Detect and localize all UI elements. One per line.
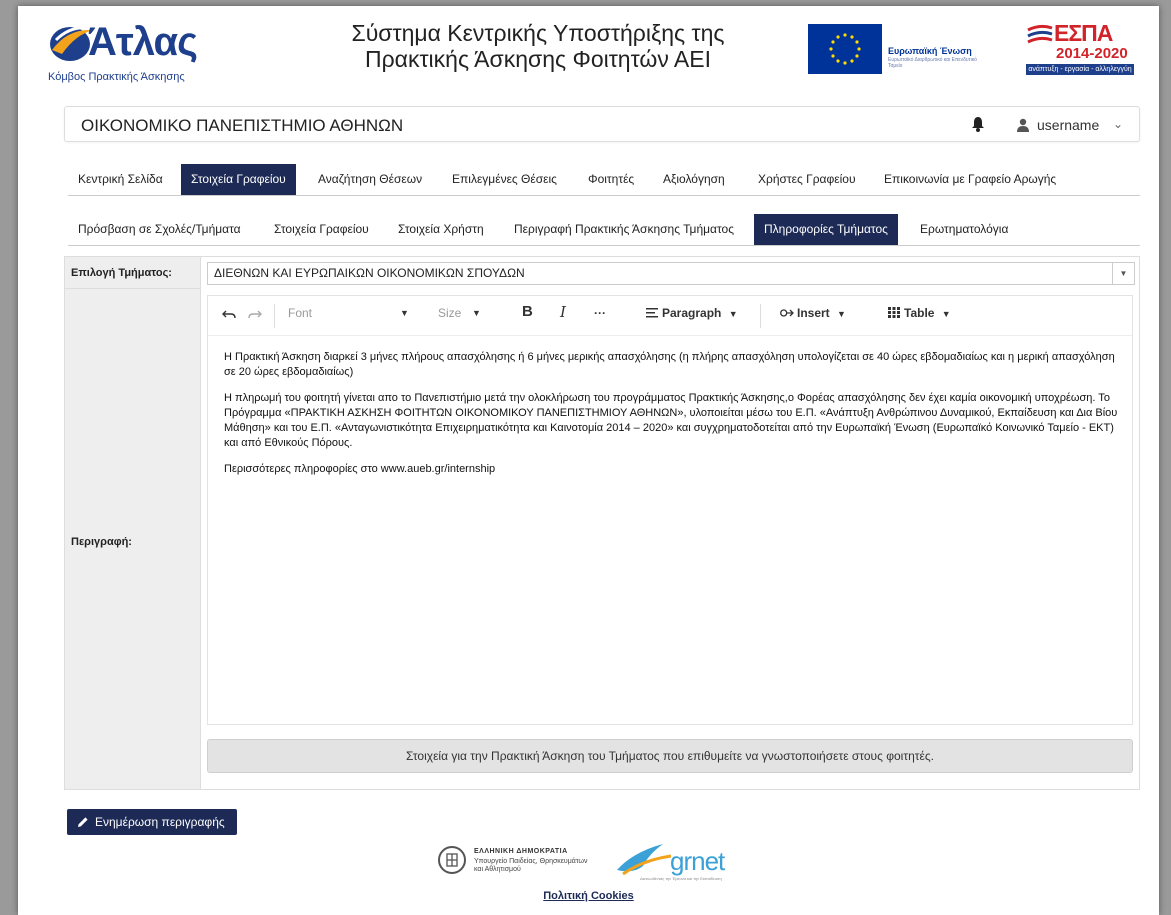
chevron-down-icon: ⌄ (1113, 117, 1124, 131)
atlas-logo[interactable]: Άτλας Κόμβος Πρακτικής Άσκησης (48, 18, 238, 88)
align-icon (646, 308, 658, 318)
tab-position-search[interactable]: Αναζήτηση Θέσεων (308, 164, 432, 195)
eu-label: Ευρωπαϊκή Ένωση (888, 46, 972, 56)
department-info-form: Επιλογή Τμήματος: Περιγραφή: ΔΙΕΘΝΩΝ ΚΑΙ… (64, 256, 1140, 790)
table-label: Table (904, 306, 935, 320)
greek-republic-seal-icon (438, 846, 466, 874)
espa-motto: ανάπτυξη - εργασία - αλληλεγγύη (1026, 64, 1134, 75)
more-button[interactable]: ··· (594, 306, 606, 320)
gov-title: ΕΛΛΗΝΙΚΗ ΔΗΜΟΚΡΑΤΙΑ (474, 848, 568, 855)
tab-evaluation[interactable]: Αξιολόγηση (653, 164, 735, 195)
caret-down-icon: ▼ (1112, 263, 1134, 284)
espa-wave-icon (1027, 24, 1053, 44)
rich-text-editor[interactable]: Font ▼ Size ▼ B I ··· Paragraph ▼ Insert… (207, 295, 1133, 725)
table-caret-icon: ▼ (941, 309, 951, 319)
content-paragraph: Η Πρακτική Άσκηση διαρκεί 3 μήνες πλήρου… (224, 351, 1115, 378)
eu-sublabel: Ευρωπαϊκό Διαρθρωτικό και Επενδυτικό Ταμ… (888, 57, 977, 69)
main-nav: Κεντρική Σελίδα Στοιχεία Γραφείου Αναζήτ… (68, 164, 1140, 196)
font-select[interactable]: Font (288, 306, 312, 320)
site-title: Σύστημα Κεντρικής Υποστήριξης της Πρακτι… (318, 20, 758, 72)
espa-title: ΕΣΠΑ (1054, 20, 1113, 46)
eu-flag-icon (808, 24, 882, 74)
content-paragraph: Η πληρωμή του φοιτητή γίνεται απο το Παν… (224, 392, 1118, 449)
department-label: Επιλογή Τμήματος: (65, 257, 201, 289)
tab-students[interactable]: Φοιτητές (578, 164, 644, 195)
atlas-wordmark: Άτλας (88, 20, 198, 64)
grnet-subtitle: Δικτυωθέντας την Έρευνα και την Εκπαίδευ… (640, 876, 722, 881)
link-icon (780, 309, 794, 317)
department-select[interactable]: ΔΙΕΘΝΩΝ ΚΑΙ ΕΥΡΩΠΑΙΚΩΝ ΟΙΚΟΝΟΜΙΚΩΝ ΣΠΟΥΔ… (207, 262, 1135, 285)
tab-selected-positions[interactable]: Επιλεγμένες Θέσεις (442, 164, 567, 195)
university-name: ΟΙΚΟΝΟΜΙΚΟ ΠΑΝΕΠΙΣΤΗΜΙΟ ΑΘΗΝΩΝ (81, 116, 404, 135)
grnet-wordmark: grnet (670, 846, 725, 876)
table-menu[interactable]: Table ▼ (888, 306, 951, 320)
tab-office-users[interactable]: Χρήστες Γραφείου (748, 164, 866, 195)
cookies-policy-link[interactable]: Πολιτική Cookies (18, 890, 1159, 902)
bold-button[interactable]: B (522, 303, 533, 320)
tab-home[interactable]: Κεντρική Σελίδα (68, 164, 173, 195)
subtab-school-access[interactable]: Πρόσβαση σε Σχολές/Τμήματα (68, 214, 251, 245)
subtab-office-details[interactable]: Στοιχεία Γραφείου (264, 214, 379, 245)
footer-logos: ΕΛΛΗΝΙΚΗ ΔΗΜΟΚΡΑΤΙΑ Υπουργείο Παιδείας, … (438, 838, 798, 888)
editor-content[interactable]: Η Πρακτική Άσκηση διαρκεί 3 μήνες πλήρου… (224, 350, 1118, 488)
gov-ministry: Υπουργείο Παιδείας, Θρησκευμάτων και Αθλ… (474, 858, 588, 873)
info-note: Στοιχεία για την Πρακτική Άσκηση του Τμή… (207, 739, 1133, 773)
subtab-practice-description[interactable]: Περιγραφή Πρακτικής Άσκησης Τμήματος (504, 214, 744, 245)
sub-nav: Πρόσβαση σε Σχολές/Τμήματα Στοιχεία Γραφ… (68, 214, 1140, 246)
italic-button[interactable]: I (560, 303, 566, 321)
tab-helpdesk-contact[interactable]: Επικοινωνία με Γραφείο Αρωγής (874, 164, 1066, 195)
site-title-line1: Σύστημα Κεντρικής Υποστήριξης της (351, 20, 725, 46)
paragraph-select[interactable]: Paragraph ▼ (646, 306, 738, 320)
pencil-icon (78, 817, 88, 827)
content-paragraph: Περισσότερες πληροφορίες στο www.aueb.gr… (224, 463, 496, 475)
espa-years: 2014-2020 (1056, 45, 1128, 62)
size-select[interactable]: Size (438, 306, 461, 320)
table-icon (888, 307, 900, 318)
subtab-questionnaires[interactable]: Ερωτηματολόγια (910, 214, 1018, 245)
subtab-user-details[interactable]: Στοιχεία Χρήστη (388, 214, 494, 245)
description-label: Περιγραφή: (71, 536, 132, 548)
grnet-swoosh-icon (617, 844, 672, 876)
toolbar-divider (760, 304, 761, 328)
user-icon (1017, 118, 1029, 132)
update-description-button[interactable]: Ενημέρωση περιγραφής (67, 809, 237, 835)
insert-caret-icon: ▼ (837, 309, 846, 319)
size-caret-icon[interactable]: ▼ (472, 308, 481, 318)
university-bar: ΟΙΚΟΝΟΜΙΚΟ ΠΑΝΕΠΙΣΤΗΜΙΟ ΑΘΗΝΩΝ username … (64, 106, 1140, 142)
subtab-department-info[interactable]: Πληροφορίες Τμήματος (754, 214, 898, 245)
paragraph-label: Paragraph (662, 306, 722, 320)
paragraph-caret-icon: ▼ (728, 309, 738, 319)
atlas-subtitle: Κόμβος Πρακτικής Άσκησης (48, 71, 185, 83)
site-header: Άτλας Κόμβος Πρακτικής Άσκησης Σύστημα Κ… (18, 6, 1159, 96)
redo-icon[interactable] (248, 310, 262, 320)
page-frame: Άτλας Κόμβος Πρακτικής Άσκησης Σύστημα Κ… (18, 6, 1159, 915)
undo-icon[interactable] (222, 310, 236, 320)
toolbar-divider (274, 304, 275, 328)
eu-logo: Ευρωπαϊκή Ένωση Ευρωπαϊκό Διαρθρωτικό κα… (808, 24, 988, 74)
update-description-label: Ενημέρωση περιγραφής (95, 815, 225, 829)
insert-label: Insert (797, 306, 830, 320)
insert-menu[interactable]: Insert ▼ (780, 306, 846, 320)
espa-logo: ΕΣΠΑ 2014-2020 ανάπτυξη - εργασία - αλλη… (1026, 20, 1134, 76)
department-select-value: ΔΙΕΘΝΩΝ ΚΑΙ ΕΥΡΩΠΑΙΚΩΝ ΟΙΚΟΝΟΜΙΚΩΝ ΣΠΟΥΔ… (214, 266, 525, 280)
username: username (1037, 117, 1100, 133)
bell-icon[interactable] (971, 116, 985, 137)
tab-office-details[interactable]: Στοιχεία Γραφείου (181, 164, 296, 195)
font-caret-icon[interactable]: ▼ (400, 308, 409, 318)
editor-toolbar: Font ▼ Size ▼ B I ··· Paragraph ▼ Insert… (208, 296, 1132, 336)
description-label-cell: Περιγραφή: (65, 289, 201, 789)
site-title-line2: Πρακτικής Άσκησης Φοιτητών ΑΕΙ (364, 46, 712, 72)
